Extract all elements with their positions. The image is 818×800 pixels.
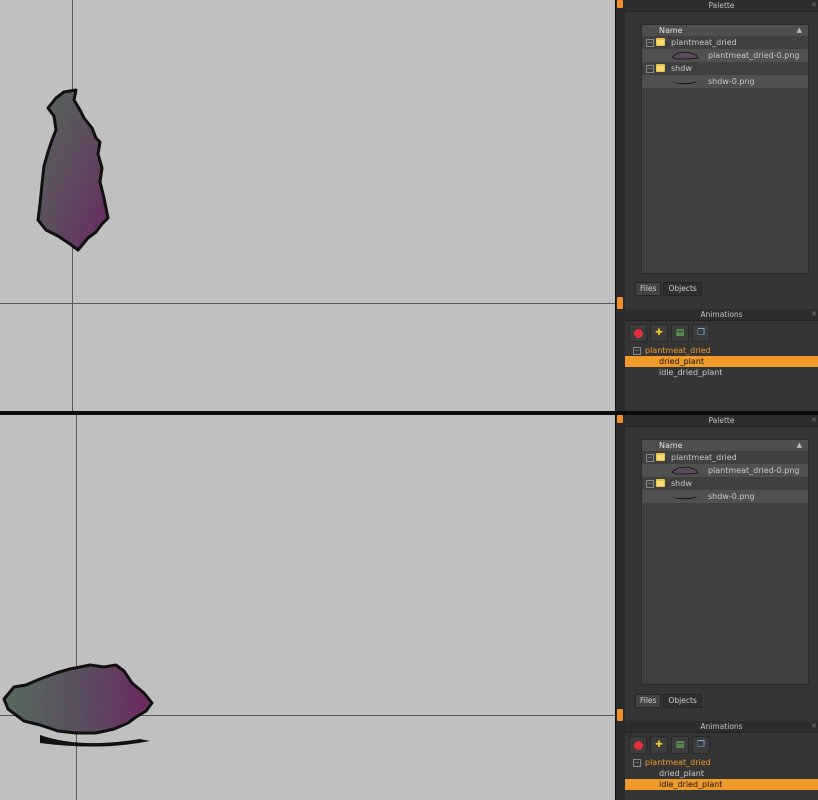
collapse-icon[interactable]: − [646, 65, 654, 73]
animations-title-bar: Animations ✕ [625, 309, 818, 321]
folder-label: shdw [671, 64, 692, 73]
vertical-scrollbar[interactable] [615, 0, 625, 411]
add-animation-icon[interactable]: ✚ [650, 324, 668, 342]
animation-toolbar: ✚ ▤ ❐ [625, 733, 818, 757]
delete-animation-icon[interactable] [629, 324, 647, 342]
animation-item-idle-dried-plant[interactable]: idle_dried_plant [625, 779, 818, 790]
delete-animation-icon[interactable] [629, 736, 647, 754]
tree-folder-plantmeat[interactable]: − plantmeat_dried [642, 36, 808, 49]
sort-ascending-icon[interactable]: ▲ [797, 440, 802, 451]
plantmeat-thumbnail-icon [671, 466, 699, 475]
animation-item-dried-plant[interactable]: dried_plant [625, 768, 818, 779]
animations-panel: Animations ✕ ✚ ▤ ❐ − plantmeat_dried dri… [625, 309, 818, 378]
name-column-label: Name [659, 26, 683, 35]
plantmeat-thumbnail-icon [671, 51, 699, 60]
duplicate-animation-icon[interactable]: ▤ [671, 324, 689, 342]
folder-icon [656, 38, 665, 46]
folder-label: plantmeat_dried [671, 453, 737, 462]
collapse-icon[interactable]: − [646, 480, 654, 488]
collapse-icon[interactable]: − [633, 347, 641, 355]
canvas-horizontal-axis [0, 303, 615, 304]
animation-item-label: dried_plant [659, 357, 704, 366]
tab-objects[interactable]: Objects [663, 282, 702, 296]
animation-item-label: dried_plant [659, 769, 704, 778]
scrollbar-top-arrow[interactable] [617, 415, 623, 423]
folder-icon [656, 479, 665, 487]
animation-group-label: plantmeat_dried [645, 346, 711, 355]
copy-animation-icon[interactable]: ❐ [692, 736, 710, 754]
side-panel: Palette ✕ Name ▲ − plantmeat_dried plant… [625, 415, 818, 800]
copy-animation-icon[interactable]: ❐ [692, 324, 710, 342]
tab-objects[interactable]: Objects [663, 694, 702, 708]
palette-tree: Name ▲ − plantmeat_dried plantmeat_dried… [641, 24, 809, 274]
animations-title-bar: Animations ✕ [625, 721, 818, 733]
animation-pane-bottom: Palette ✕ Name ▲ − plantmeat_dried plant… [0, 415, 818, 800]
palette-title-bar: Palette ✕ [625, 0, 818, 12]
collapse-icon[interactable]: − [646, 454, 654, 462]
canvas-viewport[interactable] [0, 0, 615, 411]
scrollbar-thumb[interactable] [617, 709, 623, 721]
palette-title-bar: Palette ✕ [625, 415, 818, 427]
side-panel: Palette ✕ Name ▲ − plantmeat_dried plant… [625, 0, 818, 411]
palette-tabs: Files Objects [635, 282, 702, 296]
palette-tabs: Files Objects [635, 694, 702, 708]
add-animation-icon[interactable]: ✚ [650, 736, 668, 754]
file-label: shdw-0.png [708, 77, 755, 86]
animation-item-label: idle_dried_plant [659, 368, 723, 377]
animations-panel: Animations ✕ ✚ ▤ ❐ − plantmeat_dried dri… [625, 721, 818, 790]
animation-group[interactable]: − plantmeat_dried [625, 757, 818, 768]
folder-icon [656, 64, 665, 72]
animation-toolbar: ✚ ▤ ❐ [625, 321, 818, 345]
file-label: shdw-0.png [708, 492, 755, 501]
palette-title: Palette [708, 1, 735, 10]
collapse-icon[interactable]: − [646, 39, 654, 47]
file-label: plantmeat_dried-0.png [708, 51, 800, 60]
tree-folder-plantmeat[interactable]: − plantmeat_dried [642, 451, 808, 464]
plantmeat-dried-sprite-lying[interactable] [0, 659, 160, 749]
shadow-thumbnail-icon [672, 81, 698, 85]
animation-pane-top: Palette ✕ Name ▲ − plantmeat_dried plant… [0, 0, 818, 411]
animation-group[interactable]: − plantmeat_dried [625, 345, 818, 356]
animation-item-dried-plant[interactable]: dried_plant [625, 356, 818, 367]
name-column-label: Name [659, 441, 683, 450]
folder-icon [656, 453, 665, 461]
close-icon[interactable]: ✕ [811, 309, 817, 320]
file-label: plantmeat_dried-0.png [708, 466, 800, 475]
animations-title: Animations [700, 722, 743, 731]
tree-file-shdw[interactable]: shdw-0.png [642, 490, 808, 503]
palette-title: Palette [708, 416, 735, 425]
tab-files[interactable]: Files [635, 694, 662, 708]
close-icon[interactable]: ✕ [811, 0, 817, 11]
canvas-viewport[interactable] [0, 415, 615, 800]
animations-title: Animations [700, 310, 743, 319]
animation-item-idle-dried-plant[interactable]: idle_dried_plant [625, 367, 818, 378]
tree-folder-shdw[interactable]: − shdw [642, 62, 808, 75]
animation-group-label: plantmeat_dried [645, 758, 711, 767]
scrollbar-top-arrow[interactable] [617, 0, 623, 8]
palette-tree: Name ▲ − plantmeat_dried plantmeat_dried… [641, 439, 809, 685]
tree-file-plantmeat[interactable]: plantmeat_dried-0.png [642, 49, 808, 62]
tree-file-plantmeat[interactable]: plantmeat_dried-0.png [642, 464, 808, 477]
folder-label: shdw [671, 479, 692, 488]
tree-column-header[interactable]: Name ▲ [642, 440, 808, 451]
shadow-thumbnail-icon [672, 496, 698, 500]
collapse-icon[interactable]: − [633, 759, 641, 767]
close-icon[interactable]: ✕ [811, 721, 817, 732]
animation-item-label: idle_dried_plant [659, 780, 723, 789]
tree-file-shdw[interactable]: shdw-0.png [642, 75, 808, 88]
folder-label: plantmeat_dried [671, 38, 737, 47]
tree-folder-shdw[interactable]: − shdw [642, 477, 808, 490]
sort-ascending-icon[interactable]: ▲ [797, 25, 802, 36]
duplicate-animation-icon[interactable]: ▤ [671, 736, 689, 754]
scrollbar-thumb[interactable] [617, 297, 623, 309]
tab-files[interactable]: Files [635, 282, 662, 296]
tree-column-header[interactable]: Name ▲ [642, 25, 808, 36]
close-icon[interactable]: ✕ [811, 415, 817, 426]
vertical-scrollbar[interactable] [615, 415, 625, 800]
plantmeat-dried-sprite-upright[interactable] [34, 88, 114, 258]
